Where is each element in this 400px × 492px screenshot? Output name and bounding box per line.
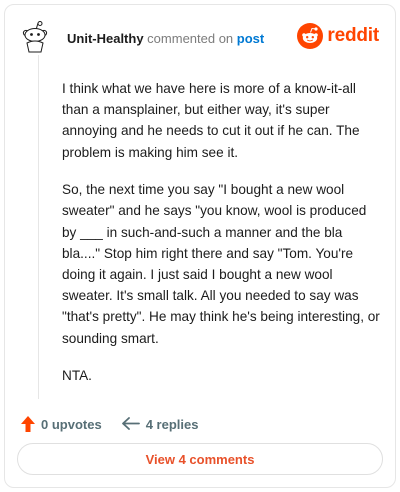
comment-card: Unit-Healthy commented on post reddit I … <box>4 4 396 488</box>
replies-count: 4 replies <box>145 416 199 432</box>
reddit-logo[interactable]: reddit <box>297 23 379 49</box>
username-link[interactable]: Unit-Healthy <box>67 31 144 46</box>
comment-paragraph: NTA. <box>62 368 92 384</box>
upvote-button[interactable]: 0 upvotes <box>21 416 102 432</box>
reply-arrow-icon <box>121 417 140 430</box>
replies-button[interactable]: 4 replies <box>121 416 199 432</box>
comment-paragraph: I think what we have here is more of a k… <box>62 81 360 160</box>
comment-header: Unit-Healthy commented on post reddit <box>21 21 381 53</box>
post-link[interactable]: post <box>237 31 264 46</box>
thread-line[interactable] <box>38 55 39 399</box>
upvote-count: 0 upvotes <box>41 416 102 432</box>
view-comments-button[interactable]: View 4 comments <box>17 443 383 475</box>
comment-byline: Unit-Healthy commented on post <box>67 31 264 46</box>
reddit-wordmark: reddit <box>327 25 379 46</box>
reddit-alien-icon <box>297 23 324 49</box>
comment-paragraph: So, the next time you say "I bought a ne… <box>62 182 380 346</box>
comment-body: I think what we have here is more of a k… <box>62 78 382 403</box>
comment-actions: 0 upvotes 4 replies <box>21 413 198 435</box>
snoo-avatar-icon[interactable] <box>21 21 49 53</box>
upvote-arrow-icon <box>21 416 35 432</box>
byline-action-text: commented on <box>143 31 237 46</box>
